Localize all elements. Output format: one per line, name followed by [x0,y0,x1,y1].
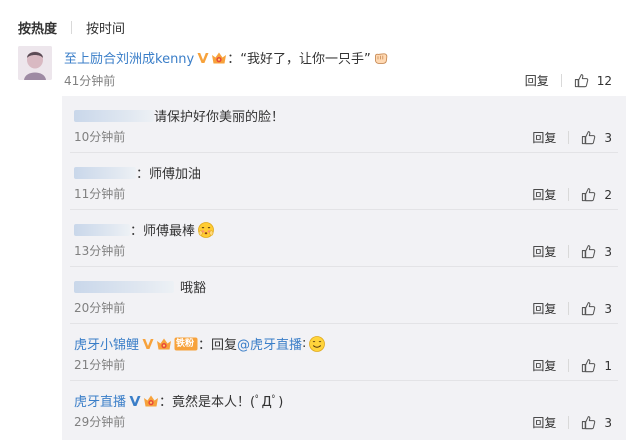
like-count: 2 [604,187,612,202]
like-count: 3 [604,415,612,430]
like-count: 3 [604,244,612,259]
blurred-username [74,280,174,293]
comment-text: ：“我好了，让你一只手” [227,52,371,67]
reply-actions: 回复 1 [532,357,612,374]
like-icon[interactable] [581,358,596,373]
reply-username[interactable]: 虎牙直播 [74,391,126,410]
comment-time: 41分钟前 [64,74,116,88]
like-icon[interactable] [581,415,596,430]
fan-badge: 铁粉 [174,337,198,351]
verified-v-icon [197,52,209,64]
reply-text: ：师傅最棒 [130,224,196,239]
blurred-username [74,109,154,122]
sort-by-hot-tab[interactable]: 按热度 [18,18,57,37]
fan-badge-label: 铁粉 [176,338,195,349]
reply-username[interactable]: 虎牙小锦鲤 [74,334,139,353]
fist-emoji-icon [374,52,387,64]
smile-emoji-icon [309,335,326,352]
like-icon[interactable] [581,130,596,145]
comment-actions: 回复 12 [525,72,612,89]
reply-text: ：竟然是本人！(ﾟДﾟ) [159,395,284,410]
reply-text: 请保护好你美丽的脸！ [154,110,285,125]
reply-time: 13分钟前 [74,244,126,258]
actions-divider [568,416,570,429]
reply-button[interactable]: 回复 [532,357,556,374]
reply-text-suffix: : [302,336,307,351]
main-comment-line: 至上励合刘洲成kenny ：“我好了，让你一只手” [64,48,389,67]
replies-panel: 请保护好你美丽的脸！ 10分钟前 回复 3 ：师傅加油 11分钟前 回复 2 ：… [62,96,626,440]
reply-text: ：师傅加油 [136,167,202,182]
reply-time: 29分钟前 [74,415,126,429]
reply-actions: 回复 3 [532,243,612,260]
like-icon[interactable] [581,187,596,202]
blurred-username [74,223,130,236]
like-count: 12 [596,73,612,88]
comment-username[interactable]: 至上励合刘洲成kenny [64,48,194,67]
crown-badge-icon [211,51,227,65]
reply-item: ：师傅加油 11分钟前 回复 2 [62,153,626,210]
mention-link[interactable]: @虎牙直播 [237,334,302,353]
like-icon[interactable] [581,244,596,259]
reply-item: 请保护好你美丽的脸！ 10分钟前 回复 3 [62,96,626,153]
shy-face-emoji-icon [198,221,214,238]
reply-actions: 回复 3 [532,129,612,146]
reply-item: 哦豁 20分钟前 回复 3 [62,267,626,324]
crown-badge-icon [156,337,172,351]
reply-actions: 回复 3 [532,414,612,431]
reply-button[interactable]: 回复 [532,129,556,146]
like-icon[interactable] [581,301,596,316]
like-count: 3 [604,130,612,145]
like-icon[interactable] [574,73,589,88]
reply-item: 虎牙小锦鲤 铁粉 ：回复 @虎牙直播 : 21分钟前 回复 1 [62,324,626,381]
reply-time: 10分钟前 [74,130,126,144]
like-count: 1 [604,358,612,373]
crown-badge-icon [143,394,159,408]
reply-button[interactable]: 回复 [532,414,556,431]
sort-bar: 按热度 按时间 [18,17,125,37]
reply-time: 11分钟前 [74,187,126,201]
reply-text: 哦豁 [180,281,207,296]
actions-divider [568,188,570,201]
main-comment: 至上励合刘洲成kenny ：“我好了，让你一只手” 41分钟前 回复 12 [18,44,626,94]
avatar[interactable] [18,46,52,80]
sort-by-time-tab[interactable]: 按时间 [86,18,125,37]
reply-button[interactable]: 回复 [532,186,556,203]
reply-button[interactable]: 回复 [532,243,556,260]
reply-item: 虎牙直播 ：竟然是本人！(ﾟДﾟ) 29分钟前 回复 3 [62,381,626,438]
verified-v-icon [142,338,154,350]
reply-time: 20分钟前 [74,301,126,315]
reply-actions: 回复 3 [532,300,612,317]
blurred-username [74,166,136,179]
reply-item: ：师傅最棒 13分钟前 回复 3 [62,210,626,267]
reply-actions: 回复 2 [532,186,612,203]
actions-divider [568,245,570,258]
reply-button[interactable]: 回复 [532,300,556,317]
actions-divider [568,359,570,372]
reply-button[interactable]: 回复 [525,72,549,89]
verified-v-icon [129,395,141,406]
reply-time: 21分钟前 [74,358,126,372]
sort-divider [71,20,73,34]
like-count: 3 [604,301,612,316]
actions-divider [560,74,562,87]
actions-divider [568,302,570,315]
reply-text-prefix: ：回复 [198,338,238,353]
actions-divider [568,131,570,144]
